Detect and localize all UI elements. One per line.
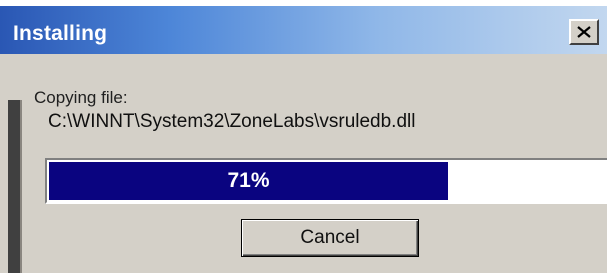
close-icon — [577, 26, 591, 38]
cancel-button[interactable]: Cancel — [241, 219, 419, 257]
left-frame-bar — [8, 100, 20, 273]
window-title: Installing — [13, 22, 108, 45]
left-frame-shadow — [20, 100, 22, 273]
title-bar[interactable]: Installing — [0, 6, 607, 54]
progress-label: 71% — [227, 169, 270, 192]
close-button[interactable] — [569, 19, 599, 45]
progress-bar: 71% — [45, 158, 607, 204]
file-path: C:\WINNT\System32\ZoneLabs\vsruledb.dll — [48, 111, 416, 132]
status-caption: Copying file: — [34, 88, 128, 107]
